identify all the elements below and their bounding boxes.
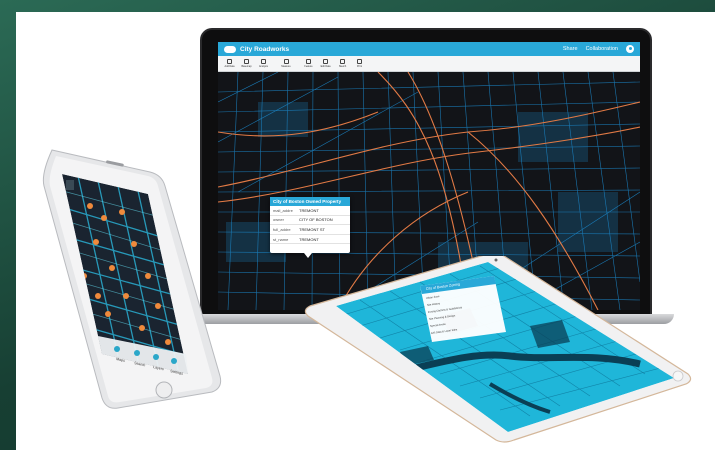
popup-row: mail_addre TREMONT <box>270 206 350 216</box>
app-title: City Roadworks <box>240 45 290 53</box>
maps-tab-icon[interactable] <box>114 346 120 352</box>
tool-add-data-button[interactable]: Add Data <box>222 59 237 68</box>
phone-device: Maps Search Layers Settings <box>42 149 222 409</box>
layers-tab-icon[interactable] <box>153 354 159 360</box>
feature-popup: City of Boston Owned Property mail_addre… <box>270 197 350 258</box>
popup-row: owner CITY OF BOSTON <box>270 216 350 226</box>
tool-print-button[interactable]: Print <box>352 59 367 68</box>
sketch-icon <box>340 59 345 64</box>
cloud-logo-icon <box>224 45 236 53</box>
map-toolbar: Add Data Basemap Analysis Measure Featur… <box>218 56 640 72</box>
tablet-panel: City of Boston Zoning Urban Zone Site Hi… <box>420 276 506 342</box>
search-tab-icon[interactable] <box>134 350 140 356</box>
tool-feature-button[interactable]: Feature <box>301 59 316 68</box>
analysis-icon <box>261 59 266 64</box>
home-button[interactable] <box>155 381 173 399</box>
user-icon[interactable] <box>626 45 634 53</box>
tool-analysis-button[interactable]: Analysis <box>256 59 271 68</box>
feature-icon <box>306 59 311 64</box>
share-link[interactable]: Share <box>563 46 578 52</box>
add-data-icon <box>227 59 232 64</box>
basemap-icon <box>244 59 249 64</box>
tool-measure-button[interactable]: Measure <box>273 59 299 68</box>
measure-icon <box>283 59 289 64</box>
collaboration-link[interactable]: Collaboration <box>586 46 618 52</box>
edit-icon <box>323 59 328 64</box>
popup-row: st_name TREMONT <box>270 235 350 245</box>
settings-tab-icon[interactable] <box>171 358 177 364</box>
print-icon <box>357 59 362 64</box>
popup-title: City of Boston Owned Property <box>270 197 350 206</box>
tablet-device: City of Boston Zoning Urban Zone Site Hi… <box>304 256 692 443</box>
tool-basemap-button[interactable]: Basemap <box>239 59 254 68</box>
tool-edit-data-button[interactable]: Edit Data <box>318 59 333 68</box>
zoom-control[interactable] <box>66 180 74 190</box>
tablet-camera <box>494 258 498 262</box>
tool-sketch-button[interactable]: Sketch <box>335 59 350 68</box>
tablet-home-button[interactable] <box>672 370 684 382</box>
app-header: City Roadworks Share Collaboration <box>218 42 640 56</box>
popup-row: full_addre TREMONT ST <box>270 225 350 235</box>
